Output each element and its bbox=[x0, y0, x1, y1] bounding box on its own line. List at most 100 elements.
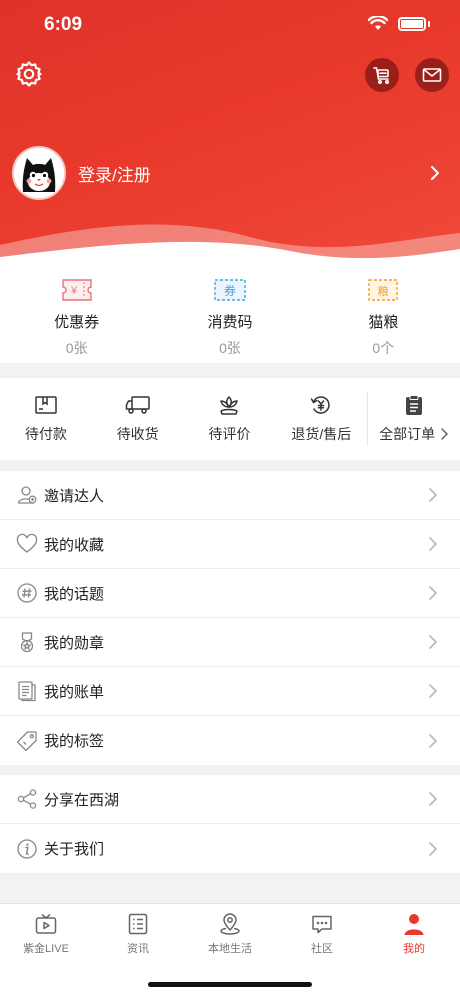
menu-item-label: 关于我们 bbox=[44, 841, 105, 858]
chevron-right-icon bbox=[429, 733, 437, 748]
cart-button[interactable] bbox=[365, 58, 399, 92]
person-icon bbox=[404, 914, 424, 935]
status-bar: 6:09 bbox=[0, 12, 460, 40]
menu-item-label: 我的话题 bbox=[44, 585, 105, 603]
profile-header: 6:09 登录/注册 bbox=[0, 0, 460, 275]
menu-item-medals[interactable]: 我的勋章 bbox=[0, 618, 460, 667]
menu-item-bills[interactable]: 我的账单 bbox=[0, 667, 460, 716]
asset-coupon[interactable]: ¥ 优惠券 0张 bbox=[0, 263, 153, 363]
chevron-right-icon bbox=[431, 166, 439, 180]
message-button[interactable] bbox=[415, 58, 449, 92]
tab-community[interactable]: 社区 bbox=[276, 904, 368, 964]
mail-icon bbox=[422, 68, 442, 82]
truck-icon bbox=[125, 396, 150, 414]
heart-icon bbox=[16, 533, 38, 555]
flower-icon bbox=[220, 396, 239, 415]
order-all[interactable]: 全部订单 bbox=[367, 392, 460, 446]
asset-consumption-code[interactable]: 券 消费码 0张 bbox=[153, 263, 306, 363]
cat-food-icon: 粮 bbox=[368, 279, 399, 301]
bottom-tab-bar: 紫金LIVE 资讯 本地生活 社区 我的 bbox=[0, 903, 460, 996]
cat-avatar-icon bbox=[14, 148, 64, 198]
chevron-right-icon bbox=[429, 537, 437, 551]
ticket-glyph: 券 bbox=[224, 283, 236, 298]
bill-icon bbox=[16, 680, 38, 702]
status-time: 6:09 bbox=[44, 14, 83, 35]
status-icons bbox=[368, 16, 430, 32]
menu-item-about[interactable]: 关于我们 bbox=[0, 824, 460, 873]
order-label: 待评价 bbox=[208, 426, 251, 442]
wallet-icon bbox=[35, 396, 57, 414]
chevron-right-icon bbox=[429, 586, 437, 600]
order-label: 全部订单 bbox=[379, 426, 436, 442]
chat-icon bbox=[312, 915, 332, 934]
menu-item-invite[interactable]: 邀请达人 bbox=[0, 471, 460, 520]
menu-item-label: 我的勋章 bbox=[44, 634, 105, 652]
asset-label: 消费码 bbox=[207, 314, 253, 331]
tab-label: 本地生活 bbox=[208, 943, 252, 955]
clipboard-icon bbox=[406, 395, 423, 415]
menu-item-label: 分享在西湖 bbox=[44, 791, 120, 809]
tab-news[interactable]: 资讯 bbox=[92, 904, 184, 964]
invite-user-icon bbox=[16, 484, 38, 506]
order-label: 退货/售后 bbox=[291, 426, 352, 442]
asset-label: 猫粮 bbox=[368, 314, 399, 331]
order-label: 待付款 bbox=[24, 426, 67, 442]
order-pending-review[interactable]: 待评价 bbox=[184, 378, 276, 460]
gear-icon bbox=[16, 61, 42, 87]
menu-item-topics[interactable]: 我的话题 bbox=[0, 569, 460, 618]
all-orders-label-row: 全部订单 bbox=[379, 424, 449, 444]
order-pending-receipt[interactable]: 待收货 bbox=[92, 378, 184, 460]
chevron-right-icon bbox=[429, 684, 437, 698]
tab-label: 紫金LIVE bbox=[23, 943, 69, 955]
order-pending-payment[interactable]: 待付款 bbox=[0, 378, 92, 460]
cat-food-glyph: 粮 bbox=[378, 284, 389, 298]
wifi-icon bbox=[368, 16, 388, 30]
menu-item-label: 邀请达人 bbox=[44, 487, 105, 505]
chevron-right-icon bbox=[429, 488, 437, 502]
share-icon bbox=[16, 788, 38, 810]
tv-icon bbox=[35, 913, 57, 934]
home-indicator bbox=[148, 982, 312, 987]
tab-live[interactable]: 紫金LIVE bbox=[0, 904, 92, 964]
asset-value: 0张 bbox=[219, 340, 241, 356]
asset-value: 0个 bbox=[372, 340, 395, 356]
chevron-right-icon bbox=[429, 841, 437, 856]
tab-list: 紫金LIVE 资讯 本地生活 社区 我的 bbox=[0, 904, 460, 964]
login-register-link[interactable]: 登录/注册 bbox=[78, 161, 430, 186]
menu-item-share[interactable]: 分享在西湖 bbox=[0, 775, 460, 824]
tag-icon bbox=[16, 730, 38, 752]
coupon-icon: ¥ bbox=[61, 279, 92, 301]
menu-item-label: 我的标签 bbox=[44, 733, 105, 750]
avatar[interactable] bbox=[12, 146, 66, 200]
ticket-icon: 券 bbox=[214, 279, 246, 301]
settings-button[interactable] bbox=[15, 60, 43, 88]
cart-icon bbox=[373, 67, 390, 85]
order-refund-aftersale[interactable]: 退货/售后 bbox=[275, 378, 367, 460]
menu-list-personal: 邀请达人 我的收藏 我的话题 我的勋章 我的账单 我的标签 bbox=[0, 471, 460, 765]
tab-label: 资讯 bbox=[127, 943, 149, 955]
asset-value: 0张 bbox=[65, 340, 88, 356]
coupon-glyph: ¥ bbox=[70, 285, 78, 297]
battery-icon bbox=[398, 17, 426, 31]
menu-list-about: 分享在西湖 关于我们 bbox=[0, 775, 460, 873]
menu-item-favorites[interactable]: 我的收藏 bbox=[0, 520, 460, 569]
hashtag-icon bbox=[16, 582, 38, 604]
assets-panel: ¥ 优惠券 0张 券 消费码 0张 粮 猫粮 0个 bbox=[0, 263, 460, 363]
tab-local-life[interactable]: 本地生活 bbox=[184, 904, 276, 964]
chevron-right-icon bbox=[441, 428, 449, 440]
info-icon bbox=[16, 838, 38, 860]
chevron-right-icon bbox=[429, 792, 437, 806]
chevron-right-icon bbox=[429, 635, 437, 649]
news-icon bbox=[128, 913, 148, 935]
menu-item-label: 我的账单 bbox=[44, 683, 105, 701]
battery-cap bbox=[428, 21, 430, 27]
tab-mine[interactable]: 我的 bbox=[368, 904, 460, 964]
login-row[interactable]: 登录/注册 bbox=[12, 145, 448, 201]
menu-item-label: 我的收藏 bbox=[44, 536, 105, 554]
refund-icon bbox=[311, 396, 330, 414]
asset-label: 优惠券 bbox=[54, 314, 100, 331]
menu-item-tags[interactable]: 我的标签 bbox=[0, 716, 460, 765]
orders-panel: 待付款 待收货 待评价 退货/售后 全部订单 bbox=[0, 378, 460, 460]
medal-icon bbox=[16, 631, 38, 653]
asset-cat-food[interactable]: 粮 猫粮 0个 bbox=[307, 263, 460, 363]
